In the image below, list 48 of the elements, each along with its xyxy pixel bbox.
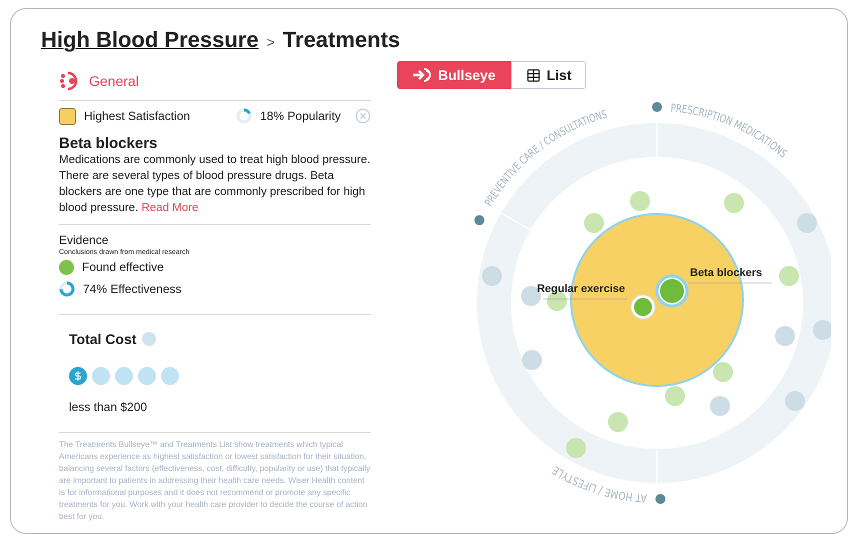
- treatment-dot[interactable]: [482, 266, 502, 286]
- breadcrumb-link[interactable]: High Blood Pressure: [41, 27, 259, 53]
- treatment-dot[interactable]: [785, 391, 805, 411]
- treatment-dot[interactable]: [566, 438, 586, 458]
- treatment-dot[interactable]: [630, 191, 650, 211]
- category-tab[interactable]: General: [89, 72, 139, 88]
- treatment-dot[interactable]: [724, 193, 744, 213]
- read-more-link[interactable]: Read More: [141, 202, 198, 214]
- info-icon[interactable]: [652, 102, 662, 112]
- treatment-dot[interactable]: [713, 362, 733, 382]
- treatment-dot[interactable]: [584, 213, 604, 233]
- progress-ring-icon: [59, 281, 75, 297]
- view-tab[interactable]: Bullseye: [397, 61, 511, 89]
- legend-label: Highest Satisfaction: [84, 109, 190, 123]
- cost-coin-icon: [161, 367, 179, 385]
- treatment-name: Beta blockers: [59, 135, 158, 152]
- treatment-dot[interactable]: [710, 396, 730, 416]
- cost-coin-icon: [92, 367, 110, 385]
- help-icon[interactable]: [142, 332, 156, 346]
- bullseye-icon: [412, 67, 432, 83]
- treatment-dot[interactable]: [522, 350, 542, 370]
- cost-coin-icon: [115, 367, 133, 385]
- info-icon[interactable]: [655, 494, 666, 504]
- evidence-dot: [59, 260, 74, 274]
- treatment-dot[interactable]: [775, 326, 795, 346]
- cost-reading: less than $200: [69, 400, 148, 414]
- satisfaction-swatch: [59, 108, 76, 124]
- evidence-title: Evidence: [59, 233, 108, 247]
- table-icon: [526, 68, 541, 82]
- treatment-dot[interactable]: [797, 213, 817, 233]
- treatment-description: Medications are commonly used to treat high blood pressure. There are several types of blood pressure drugs. Beta blockers are one type that are commonly prescribed for high blood pressure. Read More: [59, 153, 371, 216]
- effectiveness-reading: 74% Effectiveness: [83, 282, 182, 296]
- breadcrumb-separator: >: [266, 34, 275, 50]
- disclaimer-text: The Treatments Bullseye™ and Treatments List show treatments which typical Americans experience as highest satisfaction or lowest satisfaction for their situation, balancing several factors (effectiveness, cost, difficulty, popularity or use) that typically are important to patients in addressing their health care needs. Wiser Health content is for informational purposes and it does not recommend or promote any specific treatments for you. Work with your health care provider to decide the course of action best for you.: [59, 432, 371, 523]
- cost-coin-icon: [138, 367, 156, 385]
- view-tab[interactable]: List: [510, 61, 586, 89]
- treatment-dot[interactable]: [608, 412, 628, 432]
- treatment-dot[interactable]: [665, 386, 685, 406]
- close-icon[interactable]: [355, 108, 371, 124]
- cost-coin-icon: [69, 367, 87, 385]
- page-title: Treatments: [282, 27, 400, 53]
- treatment-marker[interactable]: [630, 294, 656, 320]
- evidence-finding: Found effective: [82, 260, 164, 274]
- cost-title: Total Cost: [69, 331, 136, 347]
- treatment-dot[interactable]: [779, 266, 799, 286]
- progress-ring-icon: [236, 108, 252, 124]
- info-icon[interactable]: [474, 215, 484, 226]
- popularity-reading: 18% Popularity: [260, 109, 341, 123]
